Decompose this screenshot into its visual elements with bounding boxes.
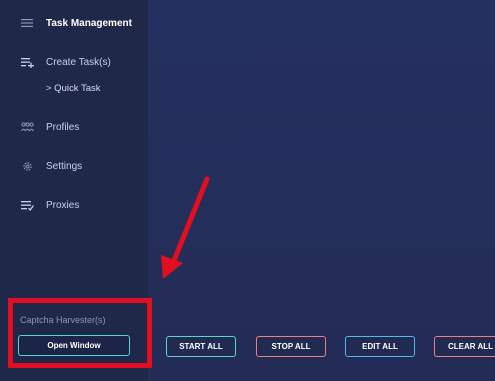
edit-all-button[interactable]: EDIT ALL bbox=[345, 336, 415, 357]
main-content bbox=[148, 0, 495, 381]
open-window-button[interactable]: Open Window bbox=[18, 335, 130, 356]
list-icon bbox=[20, 16, 34, 30]
sidebar-item-label: Create Task(s) bbox=[46, 56, 111, 68]
sidebar-item-label: Profiles bbox=[46, 121, 80, 133]
sidebar-item-label: Task Management bbox=[46, 17, 132, 29]
sidebar-item-profiles[interactable]: Profiles bbox=[0, 115, 148, 139]
sidebar-item-proxies[interactable]: Proxies bbox=[0, 193, 148, 217]
sidebar-item-create-tasks[interactable]: Create Task(s) bbox=[0, 50, 148, 74]
proxies-icon bbox=[20, 198, 34, 212]
gear-icon bbox=[20, 159, 34, 173]
captcha-harvester-label: Captcha Harvester(s) bbox=[20, 315, 106, 325]
sidebar-item-settings[interactable]: Settings bbox=[0, 154, 148, 178]
stop-all-button[interactable]: STOP ALL bbox=[256, 336, 326, 357]
start-all-button[interactable]: START ALL bbox=[166, 336, 236, 357]
sidebar-item-label: Proxies bbox=[46, 199, 80, 211]
sidebar-item-quick-task[interactable]: > Quick Task bbox=[0, 76, 148, 100]
clear-all-button[interactable]: CLEAR ALL bbox=[434, 336, 495, 357]
sidebar: Task Management Create Task(s) > Quick T… bbox=[0, 0, 148, 381]
sidebar-item-label: Settings bbox=[46, 160, 83, 172]
add-list-icon bbox=[20, 55, 34, 69]
sidebar-subitem-label: > Quick Task bbox=[46, 82, 101, 94]
profiles-icon bbox=[20, 120, 34, 134]
sidebar-item-task-management[interactable]: Task Management bbox=[0, 11, 148, 35]
